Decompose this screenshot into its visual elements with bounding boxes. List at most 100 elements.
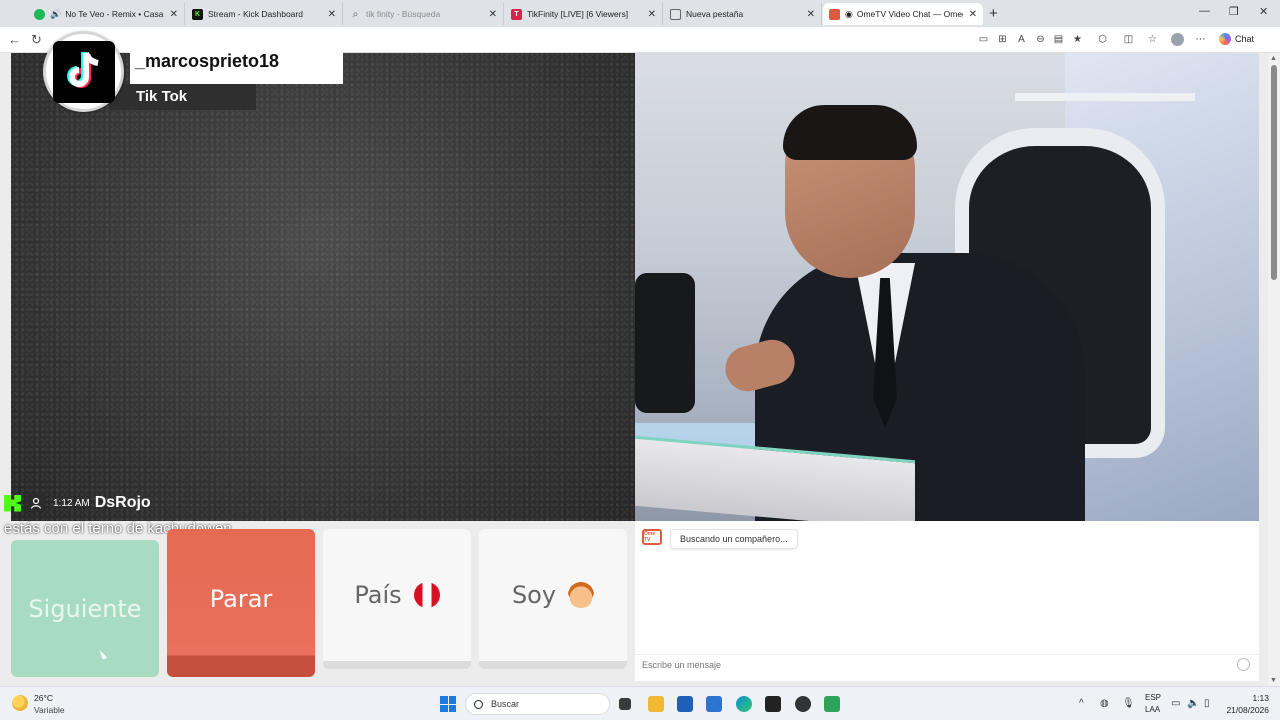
speaker-icon[interactable]: 🔊 xyxy=(50,9,61,20)
tab-search[interactable]: ⌕ tik finity - Búsqueda ✕ xyxy=(344,3,504,25)
close-icon[interactable]: ✕ xyxy=(969,9,977,20)
store-icon[interactable] xyxy=(677,696,693,712)
translate-icon[interactable]: A xyxy=(1015,33,1028,46)
shelf xyxy=(1015,93,1195,101)
status-message: Buscando un compañero... xyxy=(670,529,798,549)
reader-icon[interactable]: ▤ xyxy=(1052,33,1065,46)
tab-bar: 🔊 No Te Veo - Remix • Casa De ✕ K Stream… xyxy=(0,0,1280,27)
self-video xyxy=(635,53,1259,521)
tab-title: No Te Veo - Remix • Casa De xyxy=(65,9,164,19)
extensions-icon[interactable]: ⬡ xyxy=(1096,33,1109,46)
refresh-icon[interactable]: ↻ xyxy=(31,32,42,48)
start-button[interactable] xyxy=(440,696,456,712)
battery-icon[interactable]: ▯ xyxy=(1204,698,1210,709)
obs-studio-icon[interactable] xyxy=(765,696,781,712)
newtab-icon xyxy=(670,8,681,20)
zoom-icon[interactable]: ⊖ xyxy=(1034,33,1047,46)
peru-flag-icon xyxy=(413,582,440,608)
emoji-icon[interactable] xyxy=(1237,658,1250,671)
outlook-icon[interactable] xyxy=(706,696,722,712)
file-explorer-icon[interactable] xyxy=(648,696,664,712)
close-icon[interactable]: ✕ xyxy=(170,9,178,20)
search-icon xyxy=(474,699,483,709)
taskbar: 26°C Variable Buscar ^ ◍ 🎙 ESP LAA ▭ 🔈 ▯… xyxy=(0,686,1280,720)
profile-avatar[interactable] xyxy=(1171,33,1184,46)
close-icon[interactable]: ✕ xyxy=(489,9,497,20)
camera-icon[interactable]: ▭ xyxy=(977,33,990,46)
tab-ometv[interactable]: ◉ OmeTV Video Chat — Omeg ✕ xyxy=(823,3,983,25)
stop-button[interactable]: Parar xyxy=(167,529,315,677)
network-icon[interactable]: ◍ xyxy=(1100,698,1109,709)
microphone-icon[interactable]: 🎙 xyxy=(1122,698,1135,709)
tiktok-username: _marcosprieto18 xyxy=(135,51,280,71)
gender-label: Soy xyxy=(511,581,557,609)
tab-title: TikFinity [LIVE] [6 Viewers] xyxy=(527,9,629,19)
tab-title: Stream - Kick Dashboard xyxy=(208,9,303,19)
ometv-icon xyxy=(829,8,840,20)
app-icon[interactable] xyxy=(795,696,811,712)
boy-emoji-icon xyxy=(568,582,595,608)
language-indicator[interactable]: ESP xyxy=(1145,693,1161,702)
weather-description[interactable]: Variable xyxy=(34,705,65,715)
kick-icon xyxy=(4,494,21,512)
country-label: País xyxy=(354,581,402,609)
volume-icon[interactable]: 🔈 xyxy=(1187,698,1199,709)
message-input[interactable] xyxy=(635,654,1259,674)
ometv-logo: Ome TV xyxy=(642,529,662,545)
tab-music[interactable]: 🔊 No Te Veo - Remix • Casa De ✕ xyxy=(28,3,185,25)
page-scrollbar[interactable]: ▲ ▼ xyxy=(1268,53,1280,686)
scroll-up-icon[interactable]: ▲ xyxy=(1270,55,1277,62)
stop-label: Parar xyxy=(209,585,273,613)
display-icon[interactable]: ▭ xyxy=(1171,698,1180,709)
more-icon[interactable]: ⋯ xyxy=(1194,33,1207,46)
taskbar-search[interactable]: Buscar xyxy=(465,693,610,715)
favorites-icon[interactable]: ☆ xyxy=(1146,33,1159,46)
record-icon: ◉ xyxy=(845,8,853,19)
restore-icon[interactable]: ❐ xyxy=(1229,5,1239,18)
ometv-page: 1:12 AM DsRojo estás con el terno de kac… xyxy=(0,53,1280,686)
tab-tikfinity[interactable]: T TikFinity [LIVE] [6 Viewers] ✕ xyxy=(505,3,663,25)
tikfinity-icon: T xyxy=(511,8,522,20)
user-icon xyxy=(27,494,45,512)
copilot-chat-button[interactable]: Chat xyxy=(1219,33,1254,45)
kick-icon: K xyxy=(192,8,203,20)
favorite-star-icon[interactable]: ★ xyxy=(1071,33,1084,46)
chat-panel: Ome TV Buscando un compañero... xyxy=(635,521,1259,681)
copilot-icon xyxy=(1219,33,1231,45)
weather-icon[interactable] xyxy=(12,695,28,711)
tiktok-logo-icon xyxy=(43,31,124,112)
tab-title: tik finity - Búsqueda xyxy=(366,9,441,19)
apps-icon[interactable]: ⊞ xyxy=(996,33,1009,46)
gender-button[interactable]: Soy xyxy=(479,529,627,669)
country-button[interactable]: País xyxy=(323,529,471,669)
tab-kick-dashboard[interactable]: K Stream - Kick Dashboard ✕ xyxy=(186,3,343,25)
chat-username: DsRojo xyxy=(94,494,151,511)
split-icon[interactable]: ◫ xyxy=(1122,33,1135,46)
edge-icon[interactable] xyxy=(736,696,752,712)
scroll-down-icon[interactable]: ▼ xyxy=(1270,677,1277,684)
search-label: Buscar xyxy=(491,699,520,709)
task-view-icon[interactable] xyxy=(619,698,631,710)
minimize-icon[interactable]: — xyxy=(1199,5,1210,17)
clock-date[interactable]: 21/08/2026 xyxy=(1218,705,1269,715)
kick-chat-header: 1:12 AM DsRojo xyxy=(4,494,151,512)
chat-label: Chat xyxy=(1235,34,1255,44)
keyboard-layout[interactable]: LAA xyxy=(1145,705,1160,714)
tab-new-tab[interactable]: Nueva pestaña ✕ xyxy=(664,3,822,25)
close-icon[interactable]: ✕ xyxy=(807,9,815,20)
back-icon[interactable]: ← xyxy=(8,32,21,47)
app-green-icon[interactable] xyxy=(824,696,840,712)
close-window-icon[interactable]: ✕ xyxy=(1259,5,1268,18)
next-button[interactable]: Siguiente xyxy=(11,540,159,677)
search-icon: ⌕ xyxy=(352,8,359,20)
new-tab-icon[interactable]: + xyxy=(989,5,998,22)
close-icon[interactable]: ✕ xyxy=(648,9,656,20)
weather-temperature[interactable]: 26°C xyxy=(34,693,53,703)
chat-timestamp: 1:12 AM xyxy=(53,497,90,509)
clock-time[interactable]: 1:13 xyxy=(1227,693,1269,703)
chevron-up-icon[interactable]: ^ xyxy=(1079,698,1084,709)
partner-video xyxy=(11,53,635,521)
close-icon[interactable]: ✕ xyxy=(328,9,336,20)
tiktok-label: Tik Tok xyxy=(136,88,188,105)
scroll-thumb[interactable] xyxy=(1271,65,1277,280)
